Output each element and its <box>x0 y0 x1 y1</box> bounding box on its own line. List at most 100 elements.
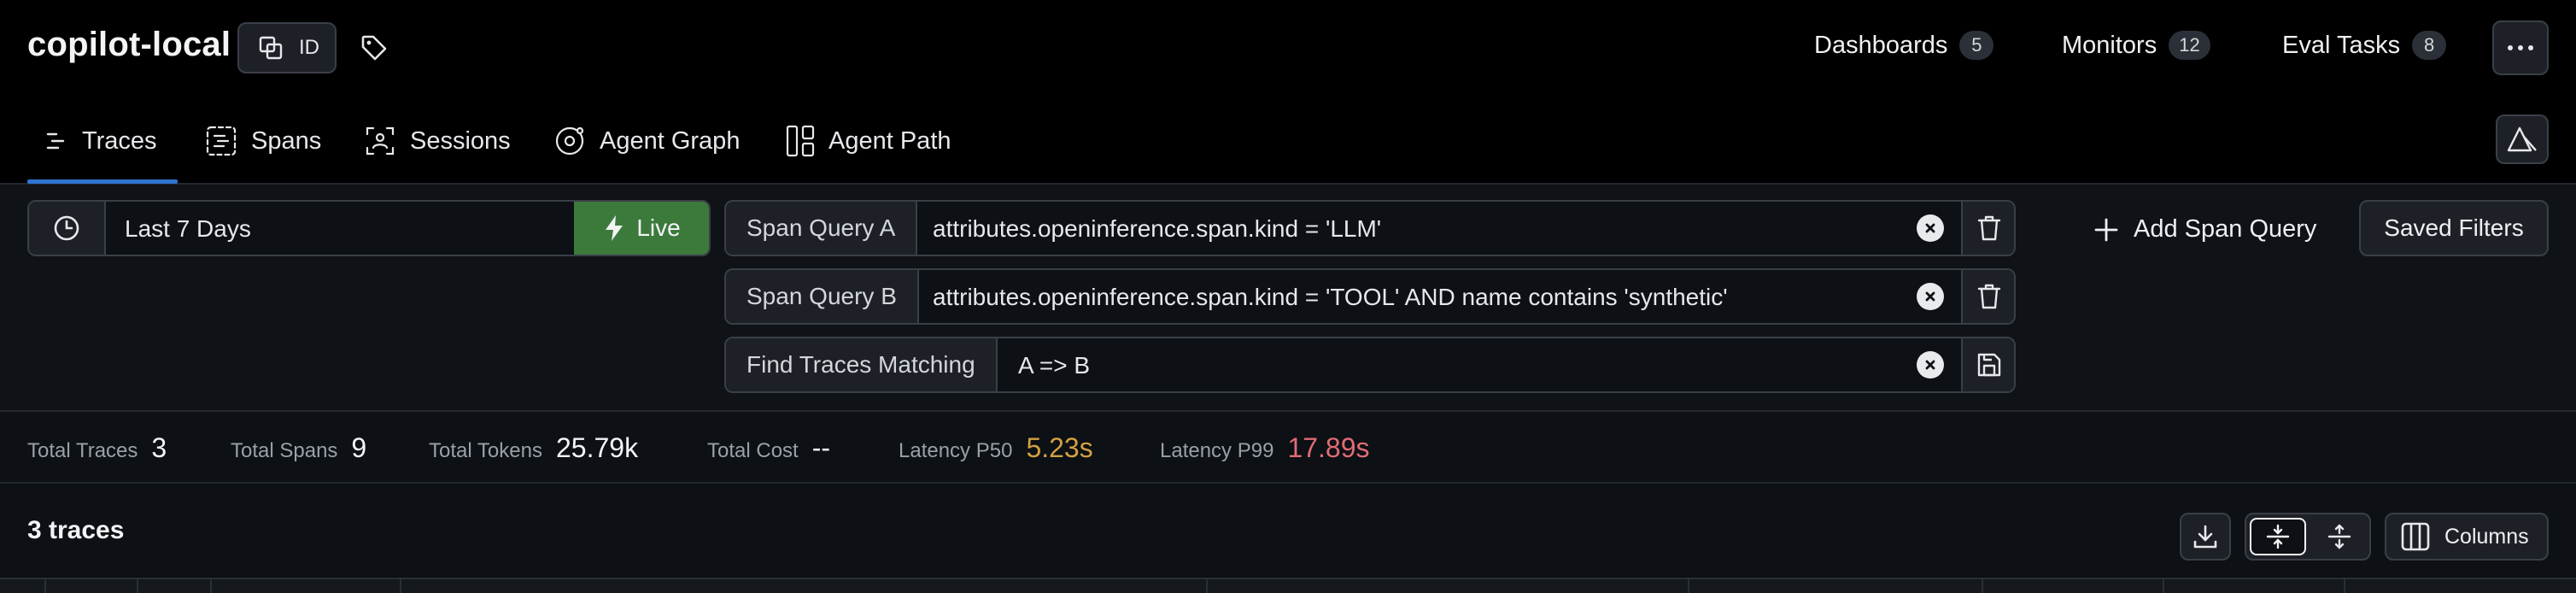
stat-value: 17.89s <box>1287 432 1370 463</box>
project-title: copilot-local <box>27 26 231 63</box>
save-query-button[interactable] <box>1961 338 2014 391</box>
tab-agent-path[interactable]: Agent Path <box>786 120 951 162</box>
columns-label: Columns <box>2444 524 2529 549</box>
stat-label: Latency P50 <box>899 439 1013 462</box>
stat-label: Total Spans <box>231 439 338 462</box>
delete-query-b-button[interactable] <box>1961 270 2014 323</box>
dashboards-link[interactable]: Dashboards 5 <box>1814 31 1994 60</box>
stat-label: Total Cost <box>707 439 799 462</box>
agent-path-icon <box>786 125 815 157</box>
add-span-query-button[interactable]: Add Span Query <box>2094 215 2316 244</box>
expanded-density-button[interactable] <box>2311 518 2368 555</box>
time-range-selector[interactable]: Last 7 Days Live <box>27 200 711 256</box>
lightning-icon <box>604 214 624 242</box>
sessions-icon <box>364 125 396 157</box>
stat-total-cost: Total Cost -- <box>707 432 830 464</box>
monitors-link[interactable]: Monitors 12 <box>2062 31 2210 60</box>
column-divider <box>44 579 46 593</box>
stat-total-spans: Total Spans 9 <box>231 432 366 464</box>
column-divider <box>210 579 212 593</box>
columns-button[interactable]: Columns <box>2385 513 2549 561</box>
tab-label: Agent Graph <box>600 126 741 155</box>
live-toggle-button[interactable]: Live <box>574 202 709 255</box>
tag-icon[interactable] <box>359 32 389 63</box>
span-query-a-row: Span Query A attributes.openinference.sp… <box>724 200 2016 256</box>
stat-value: 25.79k <box>555 432 639 463</box>
dashboards-count-badge: 5 <box>1959 31 1994 60</box>
span-query-a-input[interactable]: attributes.openinference.span.kind = 'LL… <box>933 215 1381 243</box>
plus-icon <box>2094 218 2118 242</box>
active-tab-indicator <box>27 179 178 184</box>
stat-latency-p50: Latency P50 5.23s <box>899 432 1093 464</box>
trash-icon <box>1976 214 2002 242</box>
clock-icon[interactable] <box>29 202 106 255</box>
tab-label: Traces <box>82 126 157 155</box>
tab-sessions[interactable]: Sessions <box>364 120 511 162</box>
stat-value: 9 <box>351 432 367 463</box>
clear-query-a-icon[interactable] <box>1917 214 1944 242</box>
tab-spans[interactable]: Spans <box>205 120 321 162</box>
column-divider <box>137 579 138 593</box>
eval-tasks-link[interactable]: Eval Tasks 8 <box>2282 31 2447 60</box>
live-label: Live <box>636 214 681 241</box>
agent-graph-icon <box>553 125 586 157</box>
download-button[interactable] <box>2180 513 2231 561</box>
tab-bar: Traces Spans Sessions Agent Graph Agent … <box>0 96 2576 185</box>
compact-density-button[interactable] <box>2250 518 2306 555</box>
top-bar: copilot-local ID Dashboards 5 Monitors 1… <box>0 0 2576 96</box>
column-divider <box>2163 579 2164 593</box>
column-divider <box>2344 579 2345 593</box>
stat-value: 5.23s <box>1026 432 1093 463</box>
collapse-vertical-icon <box>2266 524 2290 549</box>
query-filter-area: Last 7 Days Live Span Query A attributes… <box>0 185 2576 412</box>
more-icon <box>2508 45 2533 50</box>
eval-tasks-count-badge: 8 <box>2412 31 2447 60</box>
column-divider <box>400 579 401 593</box>
span-query-b-input[interactable]: attributes.openinference.span.kind = 'TO… <box>933 284 1728 311</box>
save-icon <box>1976 352 2002 378</box>
columns-icon <box>2400 521 2431 552</box>
delete-query-a-button[interactable] <box>1961 202 2014 255</box>
copy-id-button[interactable]: ID <box>237 22 337 73</box>
traces-count-title: 3 traces <box>27 516 125 544</box>
tab-agent-graph[interactable]: Agent Graph <box>553 120 740 162</box>
more-options-button[interactable] <box>2492 21 2549 75</box>
eval-tasks-label: Eval Tasks <box>2282 31 2401 59</box>
traces-icon <box>44 129 68 153</box>
stats-bar: Total Traces 3 Total Spans 9 Total Token… <box>0 412 2576 484</box>
span-query-b-row: Span Query B attributes.openinference.sp… <box>724 268 2016 325</box>
arize-logo-button[interactable] <box>2496 114 2549 164</box>
dashboards-label: Dashboards <box>1814 31 1948 59</box>
download-icon <box>2193 524 2218 549</box>
column-divider <box>1206 579 1208 593</box>
stat-total-traces: Total Traces 3 <box>27 432 167 464</box>
tab-label: Agent Path <box>828 126 951 155</box>
expand-vertical-icon <box>2327 524 2351 549</box>
stat-value: 3 <box>151 432 167 463</box>
find-traces-label: Find Traces Matching <box>726 338 998 391</box>
find-traces-row: Find Traces Matching A => B <box>724 337 2016 393</box>
traces-table-header <box>0 578 2576 593</box>
time-range-value[interactable]: Last 7 Days <box>125 215 251 243</box>
tab-traces[interactable]: Traces <box>44 120 157 162</box>
clear-find-traces-icon[interactable] <box>1917 351 1944 379</box>
span-query-a-label: Span Query A <box>726 202 918 255</box>
span-query-b-label: Span Query B <box>726 270 919 323</box>
column-divider <box>1688 579 1689 593</box>
add-span-query-label: Add Span Query <box>2134 215 2317 243</box>
logo-icon <box>2505 125 2539 154</box>
stat-latency-p99: Latency P99 17.89s <box>1160 432 1370 464</box>
copy-id-label: ID <box>299 36 319 59</box>
stat-label: Total Tokens <box>429 439 542 462</box>
stat-total-tokens: Total Tokens 25.79k <box>429 432 638 464</box>
column-divider <box>1982 579 1983 593</box>
monitors-label: Monitors <box>2062 31 2157 59</box>
stat-label: Latency P99 <box>1160 439 1274 462</box>
copy-icon <box>258 35 284 61</box>
find-traces-input[interactable]: A => B <box>1018 352 1090 379</box>
saved-filters-button[interactable]: Saved Filters <box>2359 200 2549 256</box>
tab-label: Spans <box>251 126 322 155</box>
tab-label: Sessions <box>410 126 511 155</box>
clear-query-b-icon[interactable] <box>1917 283 1944 310</box>
stat-value: -- <box>811 432 831 463</box>
